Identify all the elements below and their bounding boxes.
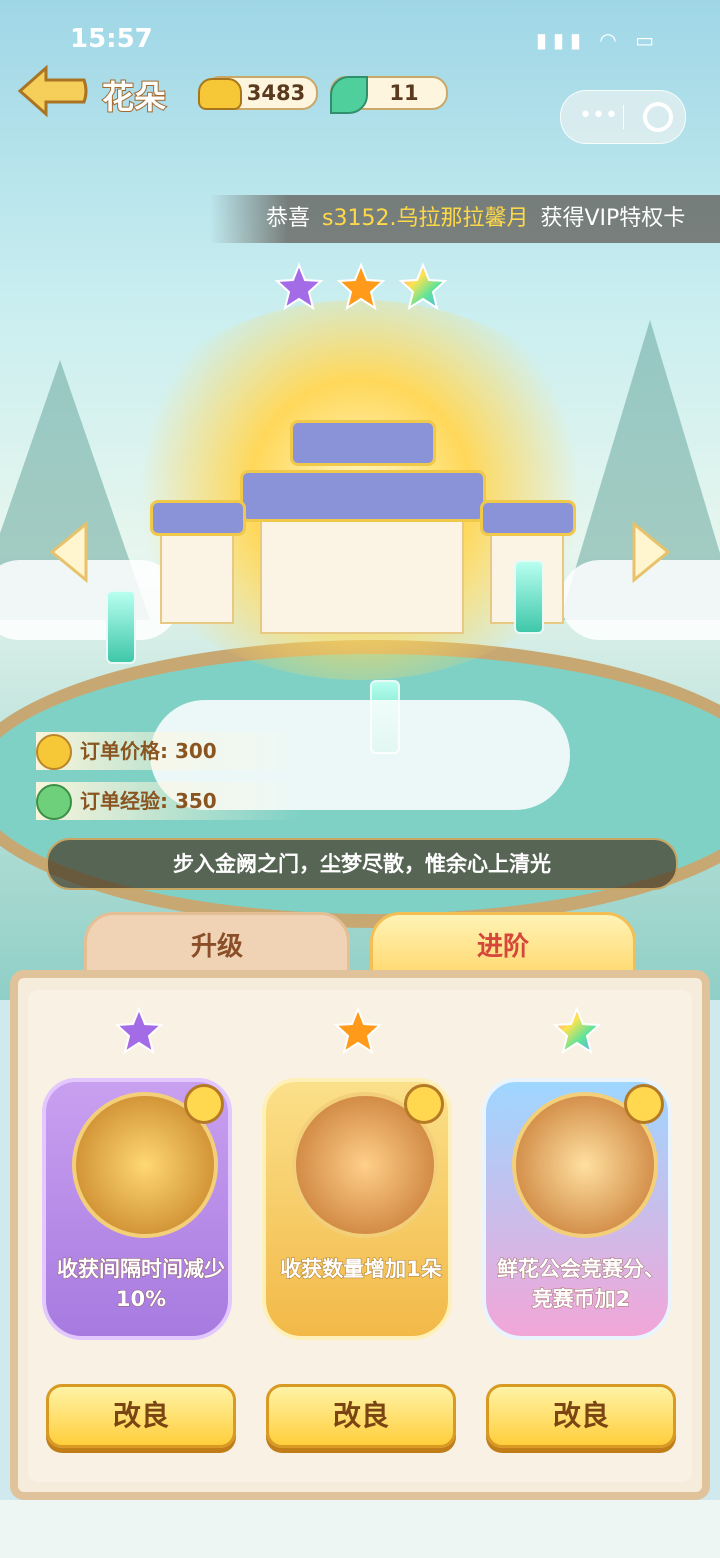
clock: 15:57: [70, 24, 153, 54]
flower-description: 步入金阙之门，尘梦尽散，惟余心上清光: [46, 838, 678, 890]
ticker-suffix: 获得VIP特权卡: [540, 206, 686, 231]
ticker-prefix: 恭喜: [266, 206, 311, 231]
side-tower: [160, 530, 234, 624]
next-flower-arrow-icon[interactable]: [630, 520, 674, 584]
previous-flower-arrow-icon[interactable]: [46, 520, 90, 584]
broadcast-ticker: 恭喜 s3152.乌拉那拉馨月 获得VIP特权卡: [210, 195, 720, 243]
more-menu-icon[interactable]: •••: [579, 103, 618, 128]
order-exp: 订单经验: 350: [36, 782, 300, 820]
palace-building[interactable]: [150, 420, 576, 650]
card-effect-text: 鲜花公会竞赛分、竞赛币加2: [497, 1257, 666, 1312]
capsule-divider: [623, 105, 624, 129]
order-exp-label: 订单经验: 350: [80, 789, 217, 813]
page-title: 花朵: [101, 77, 167, 117]
advance-card-quantity: 收获数量增加1朵: [262, 1078, 452, 1340]
order-price: 订单价格: 300: [36, 732, 300, 770]
gold-amount: 3483: [246, 81, 306, 105]
gold-ingot-add-icon[interactable]: [198, 78, 242, 110]
close-miniprogram-icon[interactable]: [643, 102, 673, 132]
improve-button-quantity[interactable]: 改良: [266, 1384, 456, 1448]
magnifier-icon[interactable]: [624, 1084, 664, 1124]
advance-card-guild: 鲜花公会竞赛分、竞赛币加2: [482, 1078, 672, 1340]
coin-icon: [36, 734, 72, 770]
ticker-player: s3152.乌拉那拉馨月: [322, 206, 529, 231]
magnifier-icon[interactable]: [404, 1084, 444, 1124]
exp-icon: [36, 784, 72, 820]
leaf-currency-icon: [330, 76, 368, 114]
status-bar: 15:57 ▮▮▮ ◠ ▭: [0, 24, 720, 60]
card-effect-text: 收获间隔时间减少10%: [57, 1257, 226, 1312]
back-arrow-icon[interactable]: [16, 62, 90, 120]
purple-star-icon: [114, 1006, 164, 1055]
orange-star-icon: [336, 262, 386, 311]
palace-wall: [260, 510, 464, 634]
magnifier-icon[interactable]: [184, 1084, 224, 1124]
improve-button-interval[interactable]: 改良: [46, 1384, 236, 1448]
rainbow-star-icon: [398, 262, 448, 311]
miniprogram-capsule: •••: [560, 90, 686, 144]
crystal-pillar: [514, 560, 544, 634]
signal-wifi-battery-icon: ▮▮▮ ◠ ▭: [535, 28, 660, 52]
crystal-pillar: [106, 590, 136, 664]
advance-card-interval: 收获间隔时间减少10%: [42, 1078, 232, 1340]
purple-star-icon: [274, 262, 324, 311]
leaf-amount: 11: [389, 81, 419, 105]
improve-button-guild[interactable]: 改良: [486, 1384, 676, 1448]
palace-roof: [240, 470, 486, 522]
order-price-label: 订单价格: 300: [80, 739, 217, 763]
card-effect-text: 收获数量增加1朵: [280, 1257, 443, 1282]
palace-roof: [290, 420, 436, 466]
side-roof: [150, 500, 246, 536]
rainbow-star-icon: [552, 1006, 602, 1055]
orange-star-icon: [333, 1006, 383, 1055]
bottom-background: [0, 1500, 720, 1558]
side-roof: [480, 500, 576, 536]
